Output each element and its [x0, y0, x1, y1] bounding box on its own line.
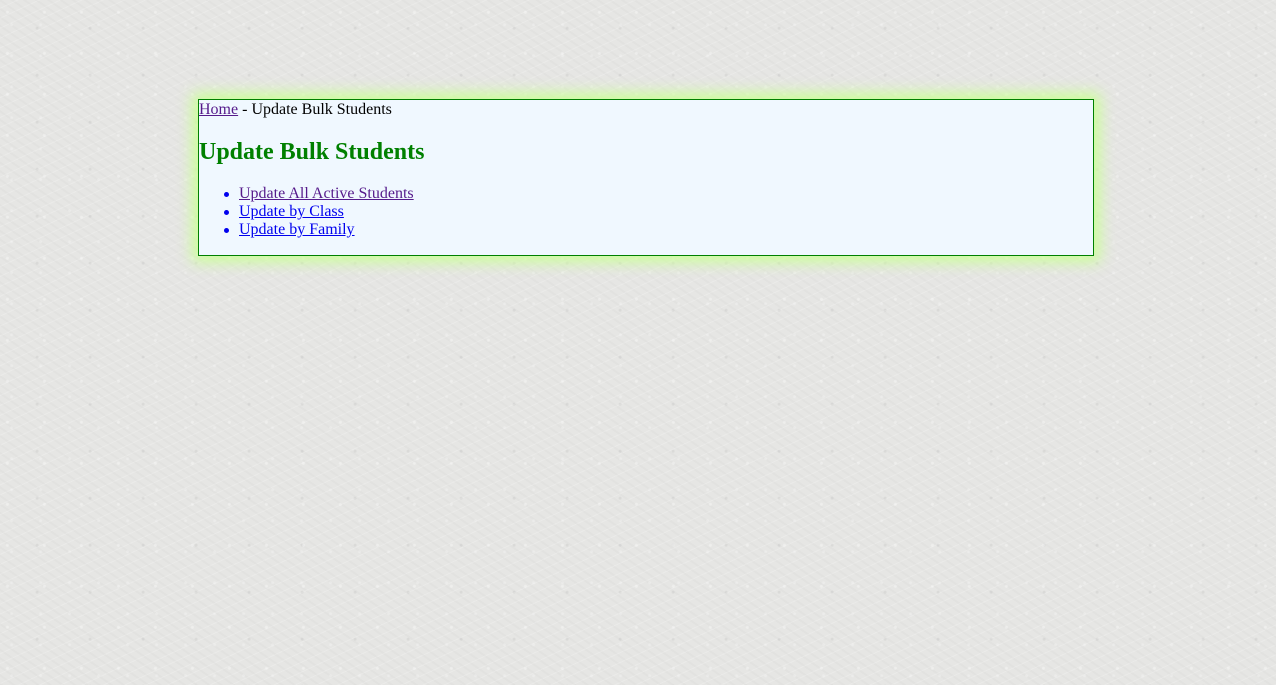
content-panel: Home - Update Bulk Students Update Bulk … — [198, 99, 1094, 256]
bullet-icon — [224, 192, 229, 197]
breadcrumb-current: Update Bulk Students — [251, 101, 392, 118]
list-item: Update All Active Students — [224, 185, 414, 203]
bulk-update-options-list: Update All Active Students Update by Cla… — [199, 185, 414, 239]
breadcrumb-home-link[interactable]: Home — [199, 101, 238, 118]
bullet-icon — [224, 210, 229, 215]
list-item: Update by Family — [224, 221, 414, 239]
update-by-family-link[interactable]: Update by Family — [239, 221, 355, 238]
update-all-active-students-link[interactable]: Update All Active Students — [239, 185, 414, 202]
breadcrumb-separator: - — [238, 101, 252, 118]
page-title: Update Bulk Students — [199, 139, 425, 165]
breadcrumb: Home - Update Bulk Students — [199, 101, 392, 119]
list-item: Update by Class — [224, 203, 414, 221]
update-by-class-link[interactable]: Update by Class — [239, 203, 344, 220]
bullet-icon — [224, 228, 229, 233]
